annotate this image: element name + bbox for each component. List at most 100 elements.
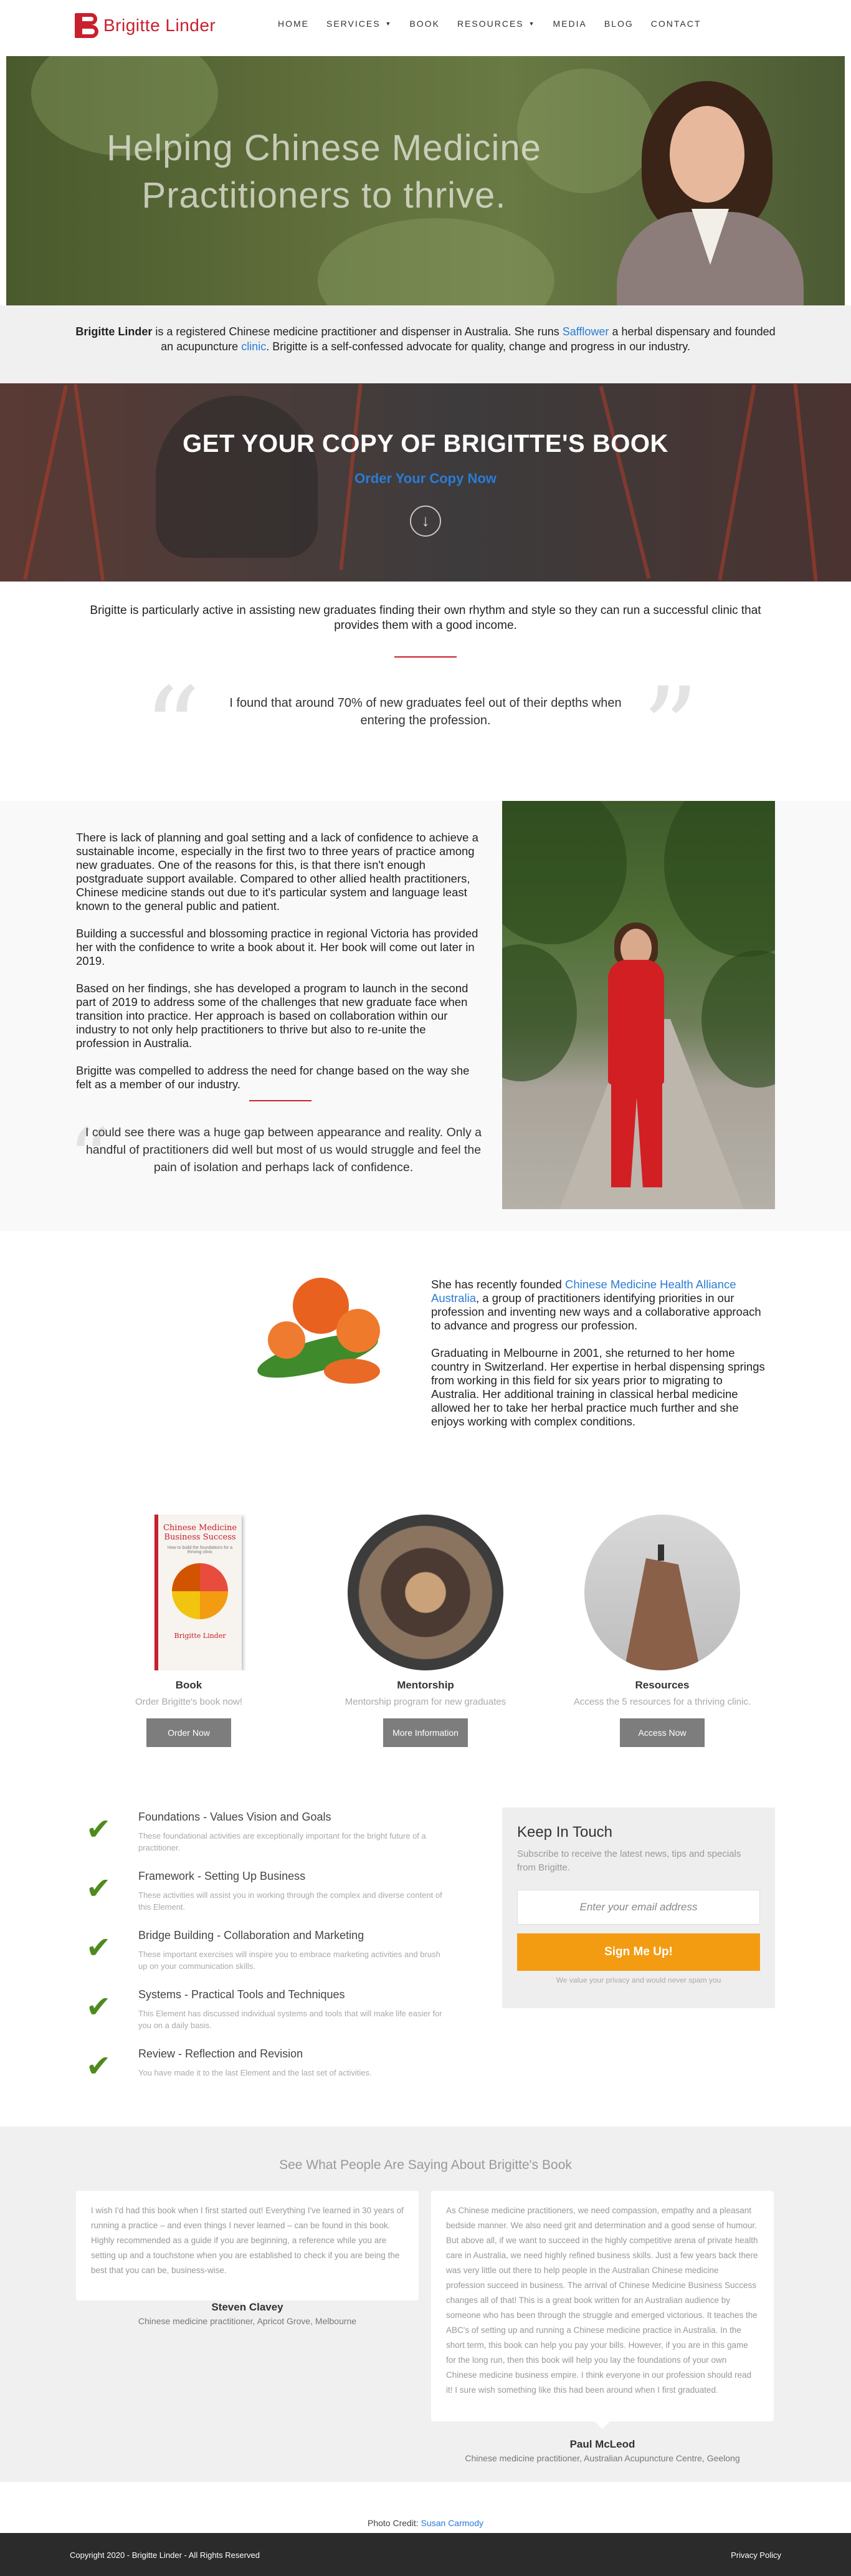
- step-desc: This Element has discussed individual sy…: [138, 2009, 442, 2030]
- card-mentorship: Mentorship Mentorship program for new gr…: [320, 1515, 531, 1747]
- testimonial-card: As Chinese medicine practitioners, we ne…: [431, 2191, 774, 2429]
- nav-label: MEDIA: [553, 19, 587, 29]
- safflower-image: [231, 1253, 417, 1409]
- order-now-button[interactable]: Order Now: [146, 1718, 231, 1747]
- step-title: Review - Reflection and Revision: [138, 2047, 303, 2060]
- founded-paragraph: Graduating in Melbourne in 2001, she ret…: [431, 1346, 765, 1428]
- hero-title: Helping Chinese Medicine Practitioners t…: [107, 128, 541, 216]
- site-footer: Copyright 2020 - Brigitte Linder - All R…: [0, 2533, 851, 2576]
- testimonial-card: I wish I'd had this book when I first st…: [76, 2191, 419, 2308]
- story-paragraph: Based on her findings, she has developed…: [76, 982, 468, 1050]
- step-title: Foundations - Values Vision and Goals: [138, 1811, 331, 1823]
- hero-banner: Helping Chinese Medicine Practitioners t…: [6, 56, 845, 305]
- open-quote-icon: “: [143, 664, 201, 794]
- step-title: Bridge Building - Collaboration and Mark…: [138, 1929, 364, 1942]
- story-quote-text: I could see there was a huge gap between…: [85, 1126, 482, 1174]
- step-title: Framework - Setting Up Business: [138, 1870, 306, 1882]
- testimonial-text: As Chinese medicine practitioners, we ne…: [446, 2206, 758, 2395]
- story-text: There is lack of planning and goal setti…: [76, 831, 481, 1105]
- nav-label: SERVICES: [326, 19, 381, 29]
- card-title: Resources: [635, 1679, 690, 1691]
- sign-me-up-button[interactable]: Sign Me Up!: [517, 1933, 760, 1971]
- more-information-button[interactable]: More Information: [383, 1718, 468, 1747]
- intro-text-part: . Brigitte is a self-confessed advocate …: [266, 340, 690, 353]
- divider: [394, 656, 457, 658]
- story-paragraph: Building a successful and blossoming pra…: [76, 927, 478, 967]
- intro-text: Brigitte Linder is a registered Chinese …: [75, 324, 776, 354]
- founded-text-part: She has recently founded: [431, 1278, 565, 1291]
- quote-text: I found that around 70% of new graduates…: [229, 696, 622, 727]
- hands-together-image: [348, 1515, 503, 1670]
- book-cover-subtitle: How to build the foundations for a thriv…: [167, 1546, 233, 1554]
- step-desc: These activities will assist you in work…: [138, 1890, 442, 1912]
- brigitte-red-suit-image: [502, 801, 775, 1209]
- testimonial-role: Chinese medicine practitioner, Apricot G…: [138, 2316, 357, 2326]
- founded-text: She has recently founded Chinese Medicin…: [431, 1278, 768, 1442]
- site-logo[interactable]: Brigitte Linder: [75, 11, 216, 40]
- caret-down-icon: ▼: [385, 21, 392, 27]
- clinic-link[interactable]: clinic: [241, 340, 266, 353]
- copyright: Copyright 2020 - Brigitte Linder - All R…: [70, 2550, 260, 2560]
- intro-section: Brigitte Linder is a registered Chinese …: [0, 305, 851, 383]
- nav-label: CONTACT: [650, 19, 701, 29]
- intro-name: Brigitte Linder: [75, 325, 153, 338]
- nav-item-home[interactable]: HOME: [269, 19, 318, 29]
- close-quote-icon: ”: [642, 664, 700, 794]
- main-menu: HOME SERVICES ▼ BOOK RESOURCES ▼ MEDIA BLO…: [269, 19, 710, 29]
- testimonials-heading: See What People Are Saying About Brigitt…: [279, 2158, 572, 2172]
- newsletter-title: Keep In Touch: [517, 1824, 613, 1841]
- book-banner-title: GET YOUR COPY OF BRIGITTE'S BOOK: [183, 430, 668, 457]
- access-now-button[interactable]: Access Now: [620, 1718, 705, 1747]
- newsletter-form: Keep In Touch Subscribe to receive the l…: [502, 1808, 775, 2008]
- logo-mark-icon: [75, 12, 100, 39]
- arrow-down-circle-icon[interactable]: ↓: [410, 505, 441, 537]
- story-quote: “ I could see there was a huge gap betwe…: [69, 1118, 492, 1199]
- founded-paragraph: She has recently founded Chinese Medicin…: [431, 1278, 768, 1333]
- email-input[interactable]: Enter your email address: [517, 1890, 760, 1925]
- card-title: Book: [175, 1679, 202, 1691]
- caret-down-icon: ▼: [528, 21, 536, 27]
- checkmark-icon: ✔: [86, 1871, 112, 1906]
- founded-text-part: , a group of practitioners identifying p…: [431, 1291, 761, 1332]
- book-banner: GET YOUR COPY OF BRIGITTE'S BOOK Order Y…: [0, 383, 851, 582]
- step-item: ✔ Foundations - Values Vision and Goals Th…: [75, 1811, 449, 1870]
- checkmark-icon: ✔: [86, 1812, 112, 1847]
- testimonials-section: See What People Are Saying About Brigitt…: [0, 2127, 851, 2482]
- testimonial-text: I wish I'd had this book when I first st…: [91, 2206, 404, 2275]
- book-cover-author: Brigitte Linder: [174, 1632, 226, 1640]
- step-desc: These important exercises will inspire y…: [138, 1950, 440, 1971]
- quote-block: “ I found that around 70% of new graduat…: [125, 673, 726, 785]
- step-item: ✔ Framework - Setting Up Business These ac…: [75, 1870, 449, 1929]
- nav-item-resources[interactable]: RESOURCES ▼: [449, 19, 544, 29]
- checkmark-icon: ✔: [86, 1989, 112, 2024]
- testimonial-role: Chinese medicine practitioner, Australia…: [465, 2453, 740, 2463]
- card-subtitle: Access the 5 resources for a thriving cl…: [573, 1697, 751, 1707]
- step-title: Systems - Practical Tools and Techniques: [138, 1988, 345, 2001]
- nav-item-blog[interactable]: BLOG: [596, 19, 642, 29]
- climber-rock-image: [584, 1515, 740, 1670]
- logo-text: Brigitte Linder: [103, 16, 216, 35]
- photo-credit: Photo Credit: Susan Carmody: [0, 2518, 851, 2528]
- nav-item-contact[interactable]: CONTACT: [642, 19, 710, 29]
- nav-item-services[interactable]: SERVICES ▼: [318, 19, 401, 29]
- safflower-link[interactable]: Safflower: [563, 325, 609, 338]
- nav-item-book[interactable]: BOOK: [401, 19, 448, 29]
- active-text: Brigitte is particularly active in assis…: [90, 604, 761, 632]
- site-header: Brigitte Linder HOME SERVICES ▼ BOOK RESO…: [0, 0, 851, 54]
- book-cover-image: Chinese Medicine Business Success How to…: [111, 1515, 267, 1670]
- order-copy-link[interactable]: Order Your Copy Now: [0, 471, 851, 487]
- nav-label: BOOK: [409, 19, 440, 29]
- card-title: Mentorship: [397, 1679, 454, 1691]
- checkmark-icon: ✔: [86, 2049, 112, 2084]
- story-paragraph: Brigitte was compelled to address the ne…: [76, 1064, 470, 1091]
- nav-item-media[interactable]: MEDIA: [544, 19, 596, 29]
- nav-label: HOME: [278, 19, 309, 29]
- privacy-policy-link[interactable]: Privacy Policy: [731, 2550, 781, 2560]
- photo-credit-link[interactable]: Susan Carmody: [421, 2518, 483, 2528]
- newsletter-lead: Subscribe to receive the latest news, ti…: [517, 1849, 741, 1873]
- story-paragraph: There is lack of planning and goal setti…: [76, 831, 478, 912]
- step-desc: You have made it to the last Element and…: [138, 2068, 372, 2077]
- step-item: ✔ Systems - Practical Tools and Technique…: [75, 1988, 449, 2047]
- brigitte-portrait-image: [604, 75, 835, 305]
- step-item: ✔ Review - Reflection and Revision You hav…: [75, 2047, 449, 2107]
